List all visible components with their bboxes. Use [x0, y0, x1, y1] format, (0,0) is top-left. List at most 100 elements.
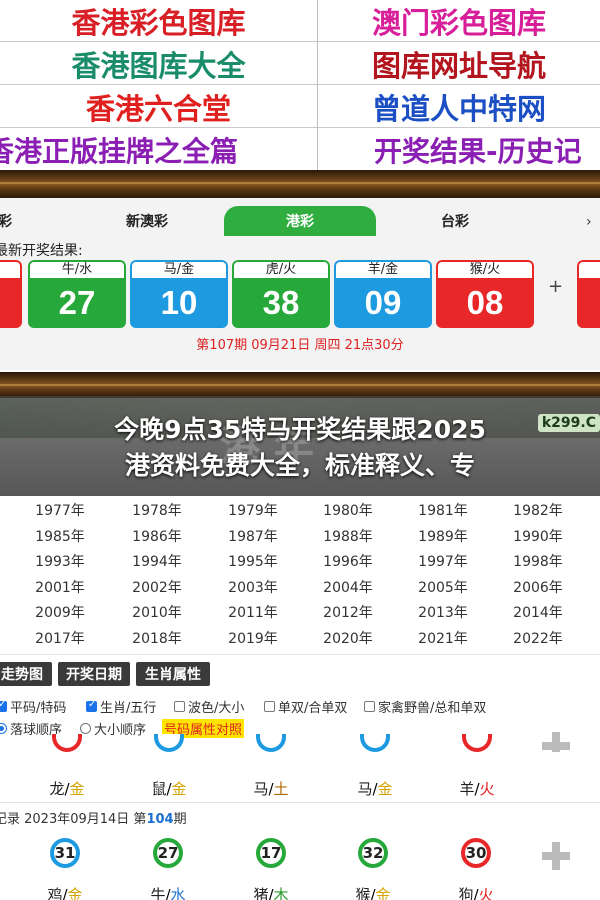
checkbox-icon[interactable] — [174, 701, 185, 712]
history-zodiac: 狗/火 — [458, 886, 494, 900]
link-hk-color-gallery[interactable]: 香港彩色图库 — [0, 0, 317, 42]
history-ball-clipped — [462, 734, 492, 752]
record-line: 记录 2023年09月14日 第104期 — [0, 812, 187, 827]
link-hk-gallery-collection[interactable]: 香港图库大全 — [0, 43, 317, 85]
filter-row-1: 平码/特码 生肖/五行 波色/大小 单双/合单双 家禽野兽/总和单双 — [0, 697, 600, 717]
year-link[interactable]: 1997年 — [413, 551, 473, 571]
link-hk-official-board[interactable]: 香港正版挂牌之全篇 — [0, 129, 317, 171]
lottery-tabs: 彩 新澳彩 港彩 台彩 › — [0, 206, 600, 236]
year-link[interactable]: 2009年 — [30, 602, 90, 622]
link-hk-liuhetang[interactable]: 香港六合堂 — [0, 86, 317, 128]
year-link[interactable]: 1980年 — [318, 500, 378, 520]
year-link[interactable]: 1998年 — [508, 551, 568, 571]
history-zodiac: 鼠/金 — [151, 780, 187, 798]
year-link[interactable]: 2018年 — [127, 628, 187, 648]
year-link[interactable]: 2004年 — [318, 577, 378, 597]
year-link[interactable]: 2002年 — [127, 577, 187, 597]
ball-number: 38 — [232, 278, 330, 328]
wood-banner-bottom — [0, 372, 600, 398]
zodiac-attr-button[interactable]: 生肖属性 — [136, 662, 210, 686]
year-link[interactable]: 1988年 — [318, 526, 378, 546]
radio-icon[interactable] — [0, 723, 7, 734]
year-link[interactable]: 2006年 — [508, 577, 568, 597]
plus-sign: + — [548, 276, 564, 297]
history-zodiac: 马/金 — [357, 780, 393, 798]
checkbox-icon[interactable] — [264, 701, 275, 712]
year-link[interactable]: 1994年 — [127, 551, 187, 571]
year-link[interactable]: 2022年 — [508, 628, 568, 648]
year-link[interactable]: 2005年 — [413, 577, 473, 597]
year-link[interactable]: 1996年 — [318, 551, 378, 571]
link-zengdaoren[interactable]: 曾道人中特网 — [318, 86, 600, 128]
year-link[interactable]: 2001年 — [30, 577, 90, 597]
history-ball: 27 — [153, 838, 183, 868]
history-zodiac: 龙/金 — [49, 780, 85, 798]
wood-banner-top — [0, 170, 600, 198]
sort-size-order[interactable]: 大小顺序 — [80, 719, 146, 738]
ball-card: 虎/火 38 — [232, 260, 330, 328]
year-link[interactable]: 1982年 — [508, 500, 568, 520]
year-link[interactable]: 2021年 — [413, 628, 473, 648]
year-link[interactable]: 1978年 — [127, 500, 187, 520]
year-link[interactable]: 2003年 — [223, 577, 283, 597]
year-link[interactable]: 2020年 — [318, 628, 378, 648]
year-link[interactable]: 2013年 — [413, 602, 473, 622]
ball-zodiac: 马/金 — [130, 260, 228, 278]
ball-number: 09 — [334, 278, 432, 328]
filter-odd-even[interactable]: 单双/合单双 — [264, 697, 347, 716]
year-link[interactable]: 1993年 — [30, 551, 90, 571]
history-zodiac: 羊/火 — [459, 780, 495, 798]
year-grid: 1977年 1978年 1979年 1980年 1981年 1982年 1985年 1986年… — [0, 496, 600, 652]
headline-line-1: 今晚9点35特马开奖结果跟2025 — [114, 415, 486, 444]
checkbox-icon[interactable] — [86, 699, 97, 712]
radio-icon[interactable] — [80, 723, 91, 734]
checkbox-icon[interactable] — [0, 699, 7, 712]
history-zodiac: 牛/水 — [150, 886, 186, 900]
year-link[interactable]: 1981年 — [413, 500, 473, 520]
year-link[interactable]: 1977年 — [30, 500, 90, 520]
filter-row-2: 落球顺序 大小顺序 号码属性对照 — [0, 719, 600, 739]
filter-color-size[interactable]: 波色/大小 — [174, 697, 244, 716]
trend-chart-button[interactable]: 走势图 — [0, 662, 52, 686]
year-link[interactable]: 2017年 — [30, 628, 90, 648]
year-link[interactable]: 1985年 — [30, 526, 90, 546]
year-link[interactable]: 1990年 — [508, 526, 568, 546]
history-ball-clipped — [154, 734, 184, 752]
tab-taiwan[interactable]: 台彩 — [408, 206, 502, 236]
year-link[interactable]: 1995年 — [223, 551, 283, 571]
year-link[interactable]: 2019年 — [223, 628, 283, 648]
tab-hongkong[interactable]: 港彩 — [224, 206, 376, 236]
headline-line-2: 港资料免费大全，标准释义、专 — [124, 451, 475, 480]
ball-zodiac: 牛/水 — [28, 260, 126, 278]
ball-zodiac: 猴/火 — [436, 260, 534, 278]
draw-date-button[interactable]: 开奖日期 — [58, 662, 130, 686]
history-zodiac: 马/土 — [253, 780, 289, 798]
year-link[interactable]: 1987年 — [223, 526, 283, 546]
article-headline[interactable]: 今晚9点35特马开奖结果跟2025 港资料免费大全，标准释义、专 — [0, 412, 600, 484]
ball-card: 牛/水 27 — [28, 260, 126, 328]
filter-domestic-wild[interactable]: 家禽野兽/总和单双 — [364, 697, 486, 716]
result-panel: 彩 新澳彩 港彩 台彩 › 最新开奖结果: 牛/水 27 马/金 10 虎/火 … — [0, 198, 600, 370]
link-gallery-nav[interactable]: 图库网址导航 — [318, 43, 600, 85]
tab-new-macau[interactable]: 新澳彩 — [100, 206, 194, 236]
link-macau-color-gallery[interactable]: 澳门彩色图库 — [318, 0, 600, 42]
year-link[interactable]: 1979年 — [223, 500, 283, 520]
divider — [0, 802, 600, 803]
divider — [0, 654, 600, 655]
filter-normal-special[interactable]: 平码/特码 — [0, 697, 66, 716]
year-link[interactable]: 2010年 — [127, 602, 187, 622]
year-link[interactable]: 2011年 — [223, 602, 283, 622]
view-button-row: 走势图 开奖日期 生肖属性 — [0, 662, 600, 686]
plus-icon — [542, 732, 570, 752]
ball-number: 08 — [436, 278, 534, 328]
year-link[interactable]: 1989年 — [413, 526, 473, 546]
year-link[interactable]: 2014年 — [508, 602, 568, 622]
chevron-right-icon[interactable]: › — [586, 214, 596, 230]
link-draw-history[interactable]: 开奖结果-历史记 — [318, 129, 600, 171]
year-link[interactable]: 1986年 — [127, 526, 187, 546]
checkbox-icon[interactable] — [364, 701, 375, 712]
filter-zodiac-element[interactable]: 生肖/五行 — [86, 697, 156, 716]
tab-macau[interactable]: 彩 — [0, 206, 20, 236]
year-link[interactable]: 2012年 — [318, 602, 378, 622]
ball-card: 猴/火 08 — [436, 260, 534, 328]
